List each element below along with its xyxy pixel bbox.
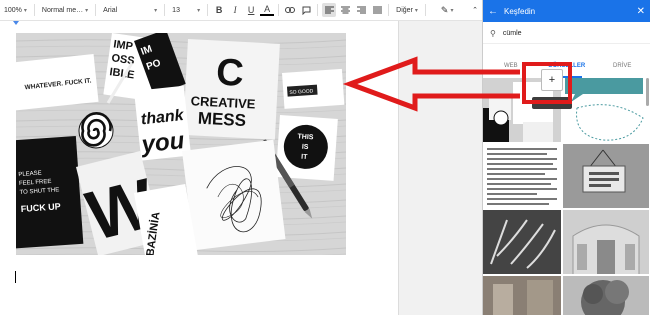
divider [278, 4, 280, 16]
image-result[interactable] [563, 276, 649, 315]
font-select[interactable]: Arial ▾ [99, 0, 161, 20]
chevron-down-icon: ▾ [23, 7, 27, 14]
font-size-select[interactable]: 13 ▾ [168, 0, 204, 20]
font-size-value: 13 [172, 6, 180, 14]
chevron-down-icon: ▾ [414, 7, 418, 14]
inserted-image[interactable]: IMP OSS IBLE IM PO WHATEVER. FUCK IT. C … [16, 33, 346, 255]
editing-mode-button[interactable]: ✎ ▾ [437, 0, 458, 20]
image-thumbnail [487, 148, 557, 205]
style-select[interactable]: Normal me… ▾ [38, 0, 92, 20]
text-cursor [15, 271, 16, 283]
style-value: Normal me… [41, 6, 84, 14]
close-icon[interactable]: ✕ [637, 6, 645, 17]
zoom-value: 100% [4, 6, 22, 14]
panel-scrollbar[interactable] [646, 78, 649, 106]
pen-icon: ✎ [440, 4, 449, 15]
image-thumbnail [563, 144, 649, 208]
ruler-indent-marker[interactable] [13, 21, 19, 25]
italic-icon[interactable]: I [228, 3, 242, 17]
this-text: THIS [297, 133, 314, 141]
mess-text: MESS [197, 109, 246, 130]
you-text: you [139, 127, 186, 158]
align-justify-icon[interactable] [370, 3, 384, 17]
panel-title: Keşfedin [504, 6, 536, 16]
big-c-text: C [215, 52, 245, 95]
align-right-icon[interactable] [354, 3, 368, 17]
divider [33, 4, 35, 16]
divider [95, 4, 97, 16]
bold-icon[interactable]: B [212, 3, 226, 17]
image-result[interactable] [483, 144, 561, 208]
search-box[interactable]: ⚲ cümle [483, 24, 650, 44]
back-arrow-icon[interactable]: ← [488, 6, 498, 17]
underline-icon[interactable]: U [244, 3, 258, 17]
image-result[interactable] [563, 210, 649, 274]
explore-header: ← Keşfedin ✕ [483, 0, 650, 22]
divider [164, 4, 166, 16]
highlight-box [522, 62, 572, 104]
more-menu[interactable]: Diğer ▾ [392, 0, 422, 20]
divider [388, 4, 390, 16]
text-color-icon[interactable]: A [260, 4, 275, 16]
search-icon: ⚲ [490, 29, 496, 38]
comment-icon[interactable] [299, 3, 313, 17]
align-left-icon[interactable] [322, 3, 337, 17]
chevron-up-icon: ⌃ [472, 7, 478, 14]
collapse-toolbar-button[interactable]: ⌃ [468, 0, 482, 20]
image-thumbnail [483, 210, 561, 274]
divider [424, 4, 426, 16]
link-icon[interactable] [283, 3, 297, 17]
image-result[interactable] [483, 276, 561, 315]
image-thumbnail [483, 276, 561, 315]
chevron-down-icon: ▾ [197, 7, 201, 14]
more-label: Diğer [396, 6, 413, 14]
font-value: Arial [103, 6, 118, 14]
chevron-down-icon: ▾ [154, 7, 158, 14]
divider [207, 4, 209, 16]
image-results-grid [483, 78, 650, 315]
image-result[interactable] [563, 78, 649, 142]
search-input[interactable]: cümle [503, 30, 522, 37]
google-docs-window: 100%▾ Normal me…▾ Arial▾ 13▾ B I U A [0, 0, 650, 315]
image-thumbnail [563, 276, 649, 315]
is-text: IS [302, 144, 309, 151]
document-background [398, 21, 482, 315]
image-result[interactable] [563, 144, 649, 208]
image-thumbnail [565, 78, 644, 141]
image-result[interactable] [483, 210, 561, 274]
tab-drive[interactable]: DRİVE [594, 54, 650, 78]
explore-panel: ← Keşfedin ✕ ⚲ cümle WEB GÖRSELLER DRİVE [482, 0, 650, 315]
align-center-icon[interactable] [338, 3, 352, 17]
creative-mess-photo: IMP OSS IBLE IM PO WHATEVER. FUCK IT. C … [16, 33, 346, 255]
chevron-down-icon: ▾ [450, 7, 454, 14]
divider [317, 4, 319, 16]
chevron-down-icon: ▾ [85, 7, 89, 14]
zoom-select[interactable]: 100% ▾ [0, 0, 31, 20]
image-thumbnail [563, 210, 649, 274]
formatting-toolbar: 100%▾ Normal me…▾ Arial▾ 13▾ B I U A [0, 0, 482, 21]
